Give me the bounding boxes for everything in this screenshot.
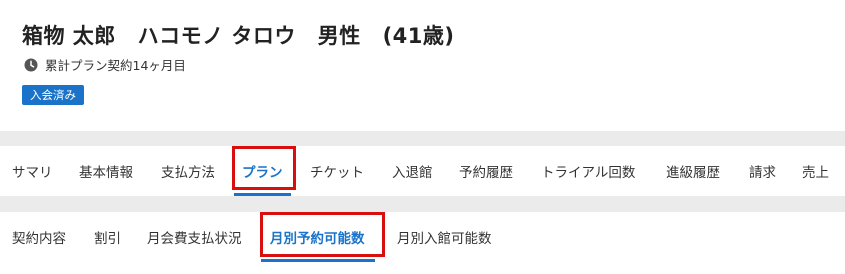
contract-info-text: 累計プラン契約14ヶ月目 — [45, 58, 186, 73]
status-badge: 入会済み — [22, 85, 84, 105]
section-divider — [0, 196, 845, 212]
member-name-kanji: 箱物 太郎 — [22, 24, 116, 48]
contract-info: 累計プラン契約14ヶ月目 — [24, 55, 186, 74]
tab-promotion-history[interactable]: 進級履歴 — [666, 146, 720, 196]
subtab-monthly-reservation-capacity[interactable]: 月別予約可能数 — [261, 212, 375, 262]
subtab-contract-details[interactable]: 契約内容 — [12, 212, 66, 262]
main-tab-bar: サマリ 基本情報 支払方法 プラン チケット 入退館 予約履歴 トライアル回数 … — [0, 146, 845, 196]
subtab-monthly-fee-status[interactable]: 月会費支払状況 — [147, 212, 242, 262]
member-name-kana: ハコモノ タロウ — [137, 24, 296, 48]
tab-billing[interactable]: 請求 — [749, 146, 776, 196]
tab-plan-label: プラン — [242, 165, 283, 181]
tab-trial-count[interactable]: トライアル回数 — [541, 146, 635, 196]
active-subtab-indicator — [261, 259, 375, 262]
member-gender: 男性 — [317, 24, 361, 48]
subtab-monthly-reservation-capacity-label: 月別予約可能数 — [270, 231, 365, 247]
tab-payment-method[interactable]: 支払方法 — [161, 146, 215, 196]
subtab-monthly-entry-capacity[interactable]: 月別入館可能数 — [397, 212, 492, 262]
tab-plan[interactable]: プラン — [234, 146, 291, 196]
tab-summary[interactable]: サマリ — [12, 146, 53, 196]
clock-icon — [24, 58, 38, 71]
member-name-heading: 箱物 太郎 ハコモノ タロウ 男性 (41歳) — [22, 20, 468, 50]
sub-tab-bar: 契約内容 割引 月会費支払状況 月別予約可能数 月別入館可能数 — [0, 212, 845, 262]
tab-ticket[interactable]: チケット — [310, 146, 364, 196]
member-header: 箱物 太郎 ハコモノ タロウ 男性 (41歳) 累計プラン契約14ヶ月目 入会済… — [0, 0, 845, 131]
member-age: (41歳) — [382, 24, 455, 48]
tab-basic-info[interactable]: 基本情報 — [79, 146, 133, 196]
tab-entry-exit[interactable]: 入退館 — [392, 146, 433, 196]
section-divider — [0, 131, 845, 146]
subtab-discount[interactable]: 割引 — [94, 212, 121, 262]
tab-sales[interactable]: 売上 — [802, 146, 829, 196]
tab-reservation-history[interactable]: 予約履歴 — [459, 146, 513, 196]
